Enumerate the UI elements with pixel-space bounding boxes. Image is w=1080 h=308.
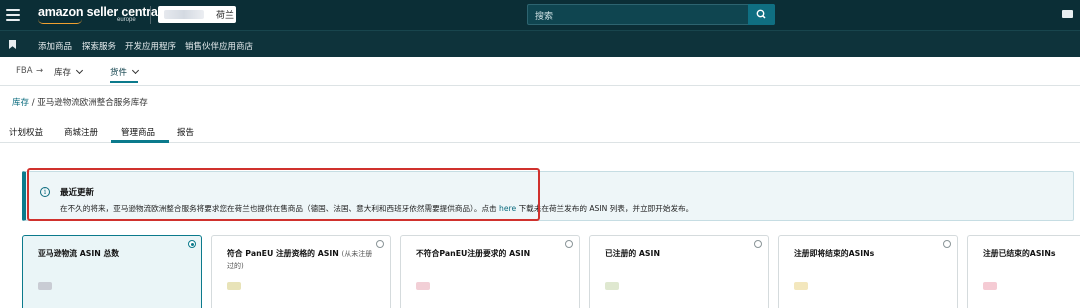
card-title: 注册即将结束的ASINs [794,249,875,258]
mail-icon[interactable] [1062,10,1073,18]
annotation-highlight-box [27,168,540,221]
chevron-down-icon [75,66,84,75]
breadcrumb-inventory-label: 库存 [54,68,72,78]
card-title: 不符合PanEU注册要求的 ASIN [416,249,531,258]
tab-reports[interactable]: 报告 [177,126,194,138]
tab-marketplace-registration[interactable]: 商城注册 [64,126,98,138]
tab-manage-products[interactable]: 管理商品 [121,126,155,138]
search-button[interactable] [748,4,775,25]
chevron-down-icon [131,66,140,75]
card-value-redacted [416,282,430,290]
breadcrumb-inventory[interactable]: 库存 [54,66,84,78]
breadcrumb-shipments[interactable]: 货件 [110,66,140,83]
card-value-redacted [794,282,808,290]
card-ending-soon-asins[interactable]: 注册即将结束的ASINs [778,235,958,308]
card-ended-asins[interactable]: 注册已结束的ASINs [967,235,1080,308]
card-value-redacted [227,282,241,290]
breadcrumb-shipments-label: 货件 [110,68,128,78]
alert-body-text-end: 下载未在荷兰发布的 ASIN 列表，并立即开始发布。 [516,204,694,213]
card-radio[interactable] [754,240,762,248]
card-title: 已注册的 ASIN [605,249,660,258]
card-radio[interactable] [376,240,384,248]
card-radio[interactable] [565,240,573,248]
card-title: 注册已结束的ASINs [983,249,1056,258]
nav-item-app-store[interactable]: 销售伙伴应用商店 [185,40,253,52]
top-bar: amazon seller central europe 荷兰 搜索 [0,0,1080,30]
card-value-redacted [605,282,619,290]
marketplace-label: 荷兰 [216,11,235,21]
account-name-redacted [164,10,204,19]
card-value-redacted [38,282,52,290]
page-breadcrumb-current: / 亚马逊物流欧洲整合服务库存 [29,98,148,108]
nav-item-explore-services[interactable]: 探索服务 [82,40,116,52]
card-title: 符合 PanEU 注册资格的 ASIN (从未注册 [227,248,372,259]
card-value-redacted [983,282,997,290]
breadcrumb-arrow-icon: → [36,66,44,76]
nav-item-add-products[interactable]: 添加商品 [38,40,72,52]
search-icon [756,9,766,19]
bookmark-icon[interactable] [9,40,16,49]
card-title: 亚马逊物流 ASIN 总数 [38,249,120,258]
search-placeholder: 搜索 [535,12,554,22]
account-switcher[interactable]: 荷兰 [158,6,236,23]
header-divider [150,6,151,24]
card-title-sub: (从未注册 [341,250,373,258]
card-total-fba-asins[interactable]: 亚马逊物流 ASIN 总数 [22,235,202,308]
active-tab-indicator [111,140,169,143]
card-radio[interactable] [943,240,951,248]
logo[interactable]: amazon seller central [38,5,161,19]
card-registered-asins[interactable]: 已注册的 ASIN [589,235,769,308]
breadcrumb-bar: FBA → 库存 货件 [0,57,1080,86]
nav-item-develop-apps[interactable]: 开发应用程序 [125,40,176,52]
hamburger-menu-icon[interactable] [6,9,20,21]
page-breadcrumb-link[interactable]: 库存 [12,98,29,108]
breadcrumb-fba[interactable]: FBA [16,66,33,76]
nav-bar: 添加商品 探索服务 开发应用程序 销售伙伴应用商店 [0,30,1080,57]
card-radio[interactable] [188,240,196,248]
search-input[interactable]: 搜索 [527,4,775,25]
logo-smile [38,19,82,24]
card-ineligible-asins[interactable]: 不符合PanEU注册要求的 ASIN [400,235,580,308]
tab-strip: 计划权益 商城注册 管理商品 报告 [0,120,1080,143]
tab-plan-benefits[interactable]: 计划权益 [9,126,43,138]
card-title-line2: 过的) [227,262,244,270]
page-breadcrumb: 库存 / 亚马逊物流欧洲整合服务库存 [12,96,148,108]
card-eligible-asins[interactable]: 符合 PanEU 注册资格的 ASIN (从未注册 过的) [211,235,391,308]
card-title-main: 符合 PanEU 注册资格的 ASIN [227,249,339,258]
logo-region: europe [117,17,136,23]
